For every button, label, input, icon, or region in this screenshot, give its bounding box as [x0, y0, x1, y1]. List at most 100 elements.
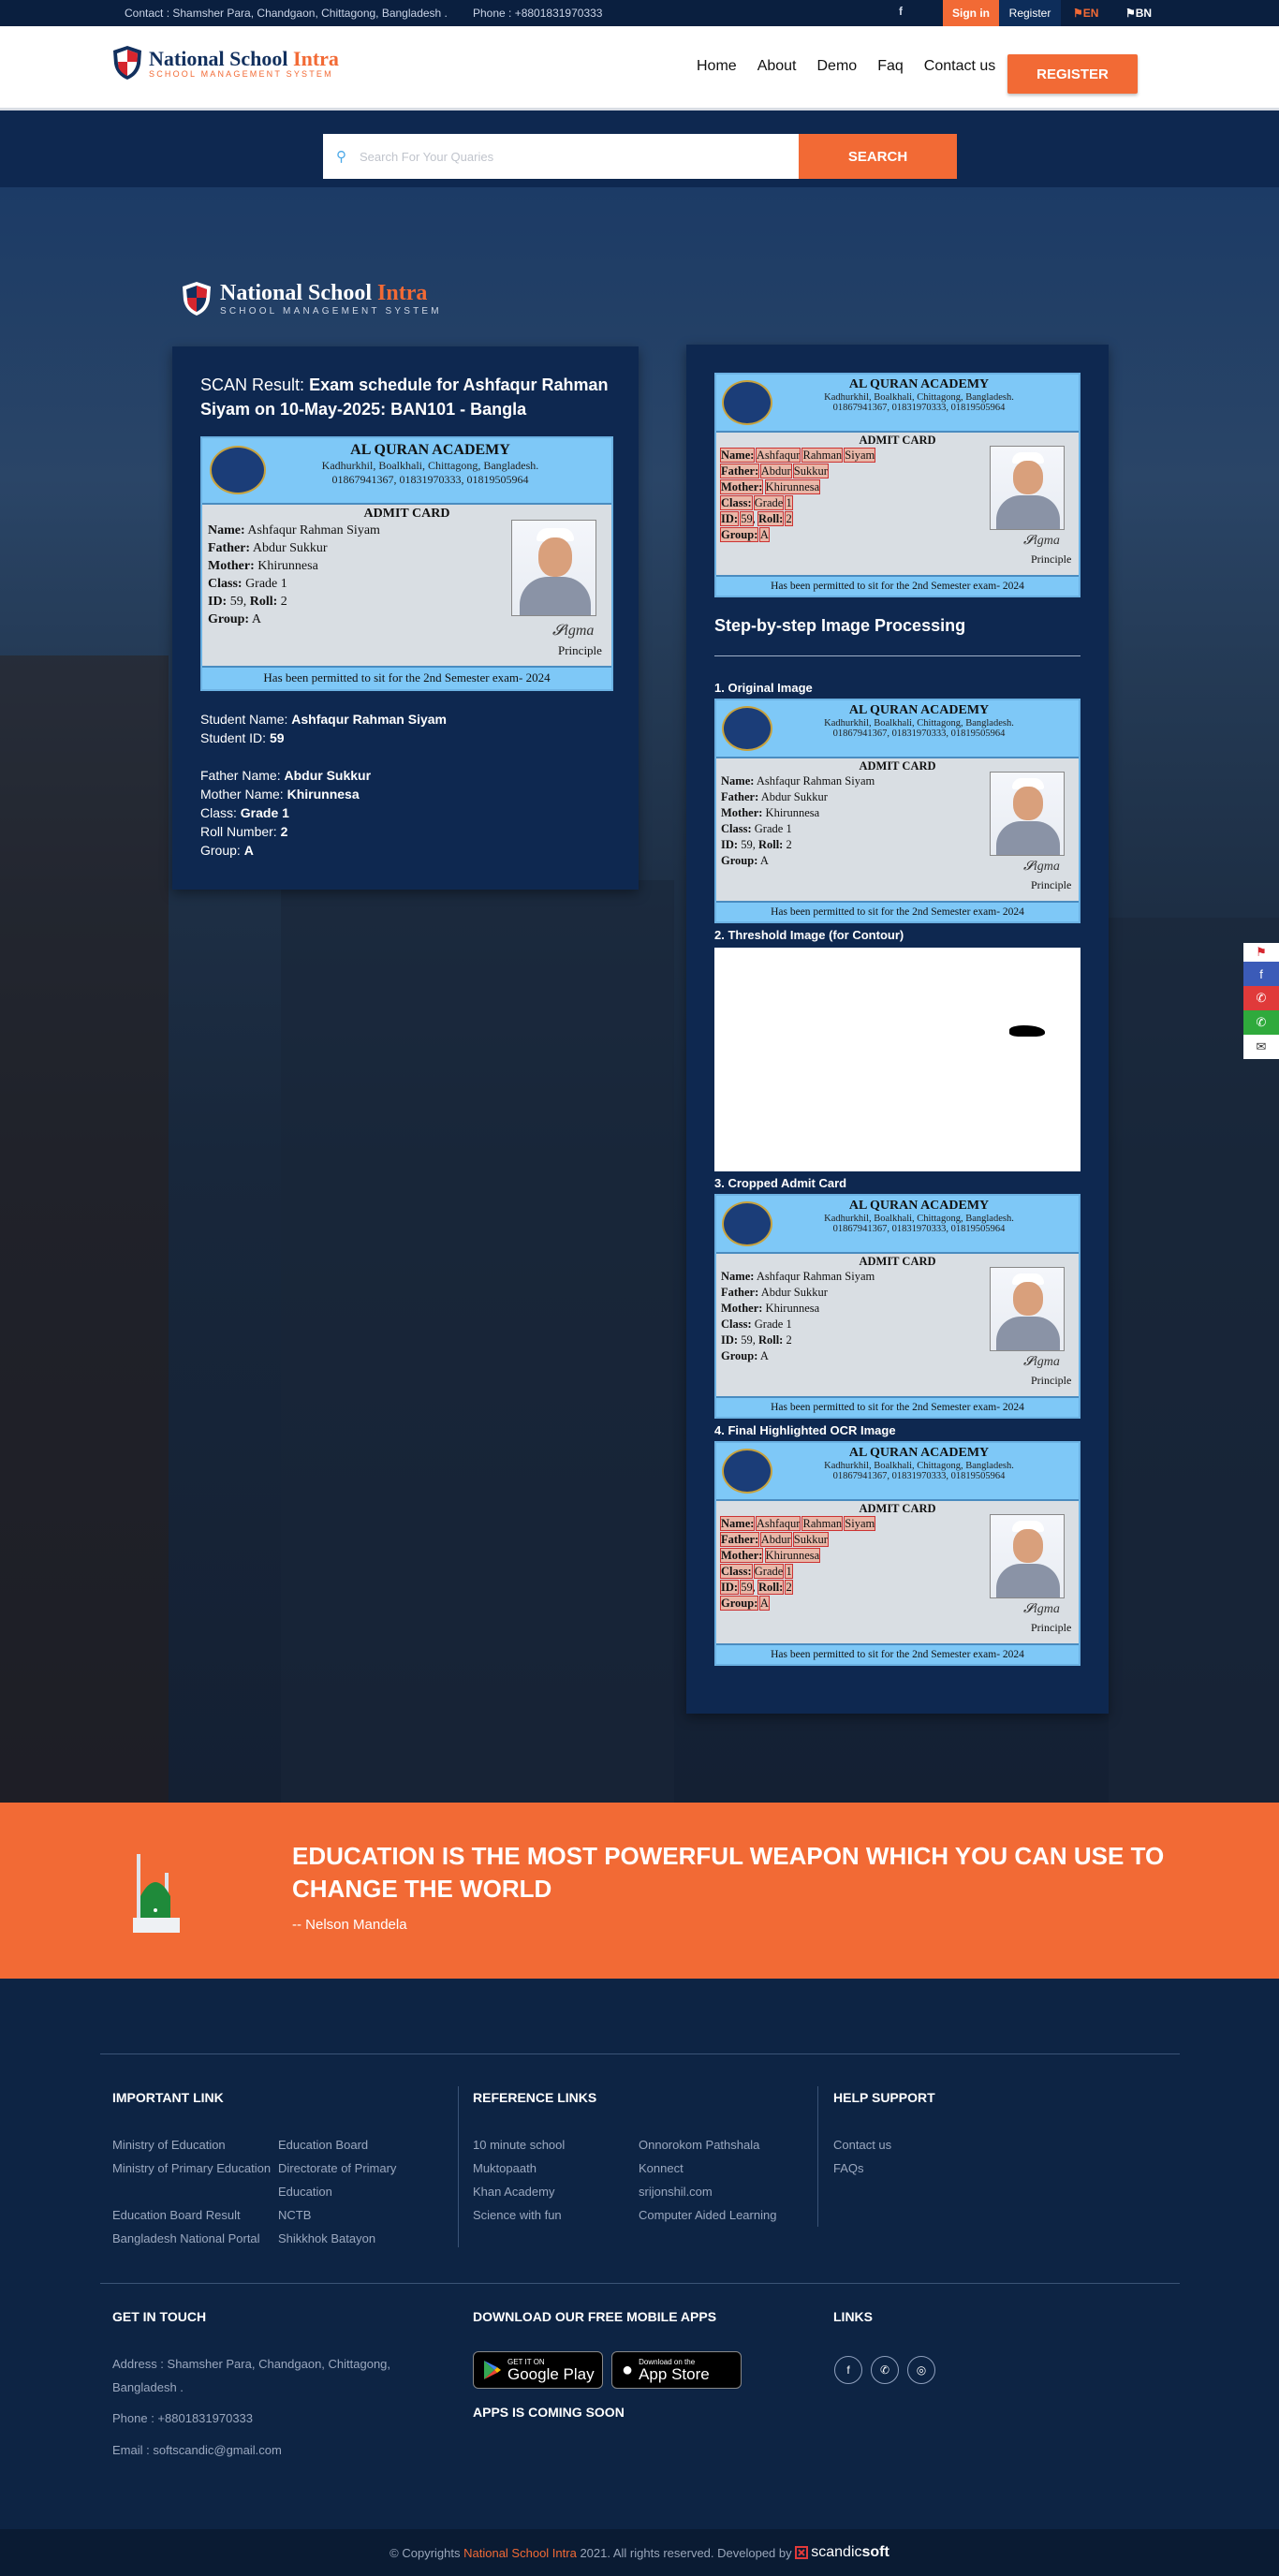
label: Mother Name: — [200, 787, 284, 802]
original-card-slot: AL QURAN ACADEMY Kadhurkhil, Boalkhali, C… — [714, 699, 1081, 923]
search-input[interactable]: ⚲ Search For Your Quaries — [323, 134, 799, 179]
footer-link[interactable]: srijonshil.com — [639, 2185, 713, 2199]
whatsapp-icon[interactable]: ✆ — [1243, 1010, 1279, 1035]
nav-faq[interactable]: Faq — [877, 58, 904, 75]
final-card-slot: AL QURAN ACADEMY Kadhurkhil, Boalkhali, C… — [714, 1441, 1081, 1666]
lang-bn-button[interactable]: ⚑BN — [1125, 7, 1152, 20]
footer-link[interactable]: Computer Aided Learning — [639, 2208, 776, 2222]
whatsapp-icon[interactable]: ◎ — [907, 2356, 935, 2384]
footer-link[interactable]: Education Board — [278, 2138, 368, 2152]
signature: 𝓢igma — [552, 623, 595, 639]
value: Khirunnesa — [764, 1548, 821, 1563]
footer-link[interactable]: Science with fun — [473, 2208, 562, 2222]
facebook-icon[interactable]: f — [834, 2356, 862, 2384]
footer-link[interactable]: Contact us — [833, 2138, 891, 2152]
nav-demo[interactable]: Demo — [817, 58, 858, 75]
signature: 𝓢igma — [1023, 1602, 1060, 1616]
top-register-button[interactable]: Register — [999, 0, 1061, 26]
info-class: Class: Grade 1 — [200, 803, 610, 822]
footer-link[interactable]: Education Board Result — [112, 2208, 241, 2222]
admit-card: AL QURAN ACADEMY Kadhurkhil, Boalkhali, C… — [714, 699, 1081, 923]
scandicsoft-logo[interactable]: scandic soft — [795, 2544, 889, 2561]
footer-link[interactable]: Konnect — [639, 2161, 684, 2175]
value: Ashfaqur Rahman Siyam — [291, 712, 447, 727]
footer-link[interactable]: Bangladesh National Portal — [112, 2231, 260, 2245]
info-mother: Mother Name: Khirunnesa — [200, 785, 610, 803]
value: 59 — [229, 595, 243, 609]
label: Father: — [719, 464, 760, 478]
value: Grade 1 — [240, 805, 289, 820]
footer-address-2: Bangladesh . — [112, 2380, 184, 2394]
value: Abdur Sukkur — [284, 768, 372, 783]
divider — [100, 2053, 1180, 2054]
copyright-middle: 2021. All rights reserved. Developed by — [580, 2545, 792, 2560]
scan-title: SCAN Result: Exam schedule for Ashfaqur … — [200, 373, 610, 421]
google-play-badge[interactable]: GET IT ON Google Play — [473, 2351, 603, 2389]
apps-coming-soon: APPS IS COMING SOON — [473, 2405, 625, 2420]
footer-link[interactable]: Ministry of Primary Education — [112, 2161, 271, 2175]
nav-about[interactable]: About — [757, 58, 797, 75]
label: Class: — [721, 822, 752, 835]
info-father: Father Name: Abdur Sukkur — [200, 766, 610, 785]
nav-contact[interactable]: Contact us — [924, 58, 995, 75]
flag-icon[interactable]: ⚑ — [1243, 943, 1279, 962]
copyright-brand[interactable]: National School Intra — [463, 2546, 577, 2560]
search-button[interactable]: SEARCH — [799, 134, 957, 179]
signature: 𝓢igma — [1023, 534, 1060, 548]
footer-link[interactable]: Ministry of Education — [112, 2138, 226, 2152]
mail-icon[interactable]: ✉ — [1243, 1035, 1279, 1059]
label: Father Name: — [200, 768, 281, 783]
value-part: Ashfaqur — [755, 1516, 801, 1531]
label: ID: — [721, 1333, 739, 1347]
label: Roll: — [757, 838, 784, 851]
value: Grade 1 — [245, 577, 287, 591]
info-student-name: Student Name: Ashfaqur Rahman Siyam — [200, 710, 610, 729]
footer-link[interactable]: Directorate of Primary — [278, 2161, 396, 2175]
label: Roll: — [757, 1580, 785, 1595]
value: Khirunnesa — [257, 559, 318, 573]
footer-link[interactable]: Shikkhok Batayon — [278, 2231, 375, 2245]
processing-heading: Step-by-step Image Processing — [714, 616, 966, 635]
scan-prefix: SCAN Result: — [200, 375, 305, 394]
facebook-icon[interactable]: f — [899, 5, 903, 18]
top-bar: Contact : Shamsher Para, Chandgaon, Chit… — [0, 0, 1279, 26]
app-store-badge[interactable]: ● Download on the App Store — [611, 2351, 742, 2389]
value-part: Ashfaqur — [755, 448, 801, 463]
site-logo[interactable]: National School Intra SCHOOL MANAGEMENT … — [111, 45, 339, 81]
register-button[interactable]: REGISTER — [1007, 54, 1138, 94]
label: Mother: — [721, 1302, 763, 1315]
footer-link[interactable]: Muktopaath — [473, 2161, 537, 2175]
footer-email: Email : softscandic@gmail.com — [112, 2443, 282, 2457]
signin-button[interactable]: Sign in — [943, 0, 999, 26]
footer-link[interactable]: Onnorokom Pathshala — [639, 2138, 759, 2152]
value: 59 — [741, 1333, 753, 1347]
label: Mother: — [719, 1548, 764, 1563]
value: Khirunnesa — [765, 1302, 820, 1315]
card-school: AL QURAN ACADEMY — [848, 377, 990, 391]
footer-link[interactable]: FAQs — [833, 2161, 864, 2175]
value-part: Sukkur — [792, 464, 829, 478]
student-photo — [990, 772, 1065, 856]
phone-icon[interactable]: ✆ — [871, 2356, 899, 2384]
nav-home[interactable]: Home — [697, 58, 737, 75]
viber-icon[interactable]: ✆ — [1243, 986, 1279, 1010]
footer-link[interactable]: NCTB — [278, 2208, 311, 2222]
footer-link[interactable]: 10 minute school — [473, 2138, 565, 2152]
label: Father: — [719, 1532, 760, 1547]
logo-subtitle: SCHOOL MANAGEMENT SYSTEM — [149, 69, 333, 79]
facebook-icon[interactable]: f — [1243, 962, 1279, 986]
value: Grade 1 — [754, 822, 792, 835]
background-building — [0, 655, 169, 1803]
label: ID: — [721, 838, 739, 851]
footer-link[interactable]: Education — [278, 2185, 332, 2199]
label: Student Name: — [200, 712, 288, 727]
dev-name: scandic — [811, 2544, 862, 2560]
label: Class: — [720, 495, 753, 510]
value: 2 — [280, 824, 288, 839]
divider — [817, 2086, 818, 2227]
value: 2 — [280, 595, 287, 609]
lang-en-button[interactable]: ⚑EN — [1073, 7, 1098, 20]
search-placeholder: Search For Your Quaries — [360, 149, 494, 164]
footer-link[interactable]: Khan Academy — [473, 2185, 554, 2199]
quote-text: EDUCATION IS THE MOST POWERFUL WEAPON WH… — [292, 1842, 1165, 1903]
